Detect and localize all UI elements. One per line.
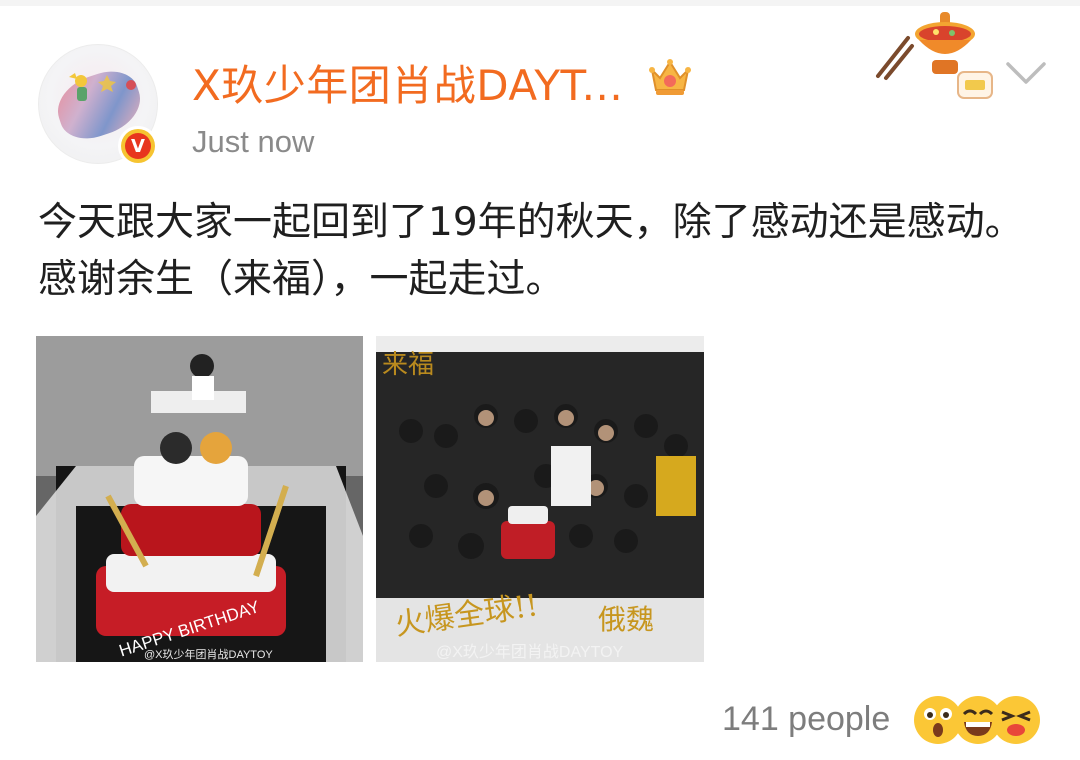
photo-watermark: @X玖少年团肖战DAYTOY <box>144 649 273 661</box>
post-timestamp: Just now <box>192 124 315 159</box>
hotpot-decoration <box>876 12 993 99</box>
photo-watermark: @X玖少年团肖战DAYTOY <box>436 644 624 661</box>
verified-badge-label: V <box>125 133 151 159</box>
photo-thumbnail-group[interactable]: 来福 火爆全球!! 俄魏 @X玖少年团肖战DAYTOY <box>376 336 704 662</box>
squinting-face-icon <box>992 696 1040 744</box>
post-body-text: 今天跟大家一起回到了19年的秋天，除了感动还是感动。感谢余生（来福），一起走过。 <box>38 200 1024 302</box>
crown-icon[interactable] <box>648 54 692 98</box>
handwritten-text-top: 来福 <box>382 350 435 380</box>
cake-illustration: HAPPY BIRTHDAY <box>36 336 363 662</box>
top-divider <box>0 0 1080 6</box>
chevron-down-icon[interactable] <box>1002 56 1050 90</box>
reaction-count[interactable]: 141 people <box>722 700 890 739</box>
photo-thumbnail-cake[interactable]: HAPPY BIRTHDAY @X玖少年团肖战DAYTOY <box>36 336 363 662</box>
username[interactable]: X玖少年团肖战DAYT... <box>192 52 623 113</box>
handwritten-text-bottom-right: 俄魏 <box>598 603 655 636</box>
verified-badge: V <box>118 126 158 166</box>
little-prince-icon <box>69 73 136 101</box>
